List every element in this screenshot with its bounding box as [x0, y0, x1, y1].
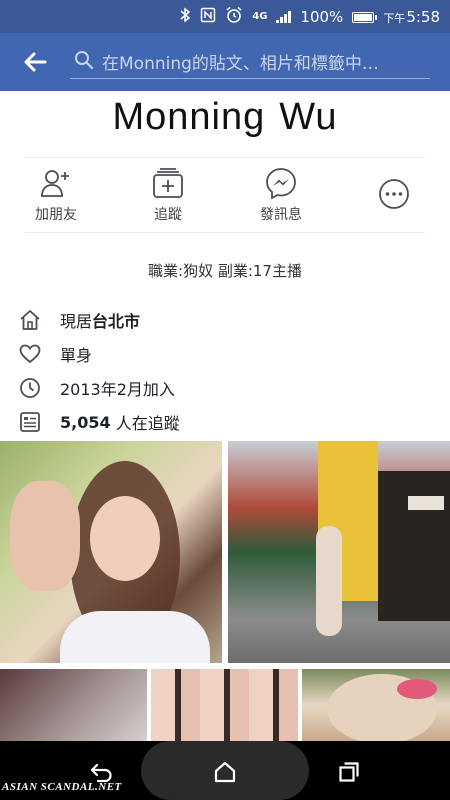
search-placeholder: 在Monning的貼文、相片和標籤中…	[102, 54, 379, 74]
nav-home-button[interactable]	[210, 757, 240, 787]
photo-shirt-shape	[60, 611, 210, 663]
clock: 下午5:58	[383, 8, 440, 26]
profile-first-name: Monning	[112, 96, 266, 138]
add-friend-icon	[11, 166, 101, 200]
photo-tongue-shape	[397, 679, 437, 699]
nav-back-icon	[90, 763, 112, 783]
status-bar: 4G 100% 下午5:58	[0, 0, 450, 33]
watermark-text: ASIAN SCANDAL.NET	[2, 781, 122, 793]
signal-icon	[276, 11, 292, 23]
back-arrow-icon	[24, 52, 47, 72]
network-type: 4G	[252, 11, 268, 22]
battery-percent: 100%	[300, 8, 344, 26]
profile-photo-1[interactable]	[0, 441, 222, 663]
followers-icon	[18, 410, 42, 434]
search-icon	[74, 50, 94, 74]
search-header: 在Monning的貼文、相片和標籤中…	[0, 33, 450, 91]
profile-name: Monning Wu	[0, 96, 450, 139]
time-period: 下午	[383, 12, 406, 25]
photo-hand-shape	[10, 481, 80, 591]
info-relationship: 單身	[18, 337, 438, 371]
info-followers[interactable]: 5,054 人在追蹤	[18, 405, 438, 439]
photo-sign-shape	[408, 496, 444, 510]
profile-bio: 職業:狗奴 副業:17主播	[148, 262, 302, 280]
messenger-icon	[236, 166, 326, 200]
info-lives-in: 現居 台北市	[18, 303, 438, 337]
follow-button[interactable]: 追蹤	[123, 166, 213, 224]
follow-label: 追蹤	[154, 207, 182, 223]
alarm-icon	[225, 6, 243, 28]
add-friend-label: 加朋友	[35, 207, 77, 223]
profile-photo-3[interactable]	[0, 669, 147, 741]
more-icon	[349, 166, 439, 222]
lives-prefix: 現居	[60, 312, 93, 331]
followers-suffix: 人在追蹤	[110, 414, 180, 433]
profile-actions: 加朋友 追蹤 發訊息	[0, 160, 450, 232]
info-joined: 2013年2月加入	[18, 371, 438, 405]
profile-photo-5[interactable]	[302, 669, 450, 741]
message-button[interactable]: 發訊息	[236, 166, 326, 224]
nav-home-icon	[214, 761, 236, 783]
follow-icon	[123, 166, 213, 200]
divider	[25, 232, 425, 233]
profile-info-list: 現居 台北市 單身 2013年2月加入 5,054 人在追蹤	[18, 303, 438, 439]
lives-city-link[interactable]: 台北市	[92, 308, 140, 332]
time: 5:58	[406, 8, 440, 26]
profile-last-name: Wu	[279, 96, 338, 138]
photo-face-shape	[90, 496, 160, 581]
photo-storefront-shape	[378, 471, 450, 621]
photo-person-shape	[316, 526, 342, 636]
battery-icon	[352, 11, 378, 23]
status-icons: 4G 100% 下午5:58	[179, 6, 440, 28]
home-icon	[18, 308, 42, 332]
divider	[25, 157, 425, 158]
relationship-status: 單身	[60, 346, 93, 365]
message-label: 發訊息	[260, 207, 302, 223]
bluetooth-icon	[179, 7, 191, 27]
add-friend-button[interactable]: 加朋友	[11, 166, 101, 224]
nav-recents-icon	[339, 762, 359, 782]
followers-count: 5,054	[60, 412, 111, 432]
nav-recents-button[interactable]	[334, 757, 364, 787]
back-button[interactable]	[18, 47, 52, 77]
more-button[interactable]	[349, 166, 439, 222]
search-input[interactable]: 在Monning的貼文、相片和標籤中…	[70, 45, 430, 79]
nfc-icon	[200, 7, 216, 27]
heart-icon	[18, 342, 42, 366]
joined-date: 2013年2月加入	[60, 380, 175, 399]
profile-photo-2[interactable]	[228, 441, 450, 663]
clock-icon	[18, 376, 42, 400]
profile-photo-4[interactable]	[151, 669, 298, 741]
